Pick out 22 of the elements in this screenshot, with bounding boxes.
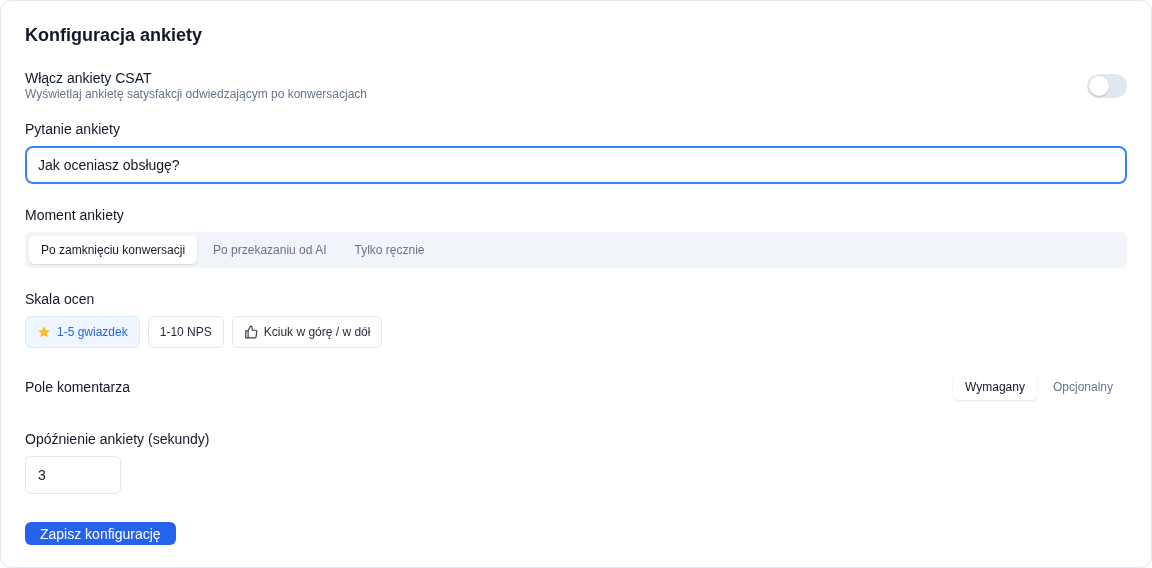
timing-option[interactable]: Po przekazaniu od AI	[201, 236, 339, 264]
delay-field[interactable]: 3	[25, 456, 121, 494]
scale-option[interactable]: 1-5 gwiazdek	[25, 316, 140, 348]
star-icon	[37, 325, 51, 339]
toggle-switch[interactable]	[1087, 73, 1127, 98]
scale-option[interactable]: 1-10 NPS	[147, 316, 224, 348]
field-label: Moment ankiety	[25, 206, 125, 224]
toggle-description: Wyświetlaj ankietę satysfakcji odwiedzającym po konwersacjach	[25, 87, 368, 102]
thumbs-up-icon	[243, 325, 258, 339]
field-label: Opóźnienie ankiety (sekundy)	[25, 430, 211, 448]
timing-option[interactable]: Po zamknięciu konwersacji	[29, 236, 198, 264]
scale-option[interactable]: Kciuk w górę / w dół	[231, 316, 383, 348]
field-label: Skala ocen	[25, 290, 96, 308]
comment-option[interactable]: Opcjonalny	[1040, 374, 1125, 400]
field-label: Pytanie ankiety	[25, 120, 121, 138]
card-title: Konfiguracja ankiety	[25, 24, 204, 47]
comment-option[interactable]: Wymagany	[953, 374, 1037, 400]
timing-option[interactable]: Tylko ręcznie	[342, 236, 437, 264]
toggle-label: Włącz ankiety CSAT	[25, 69, 153, 87]
question-field[interactable]: Jak oceniasz obsługę?	[25, 146, 1127, 184]
save-button[interactable]: Zapisz konfigurację	[25, 522, 176, 545]
field-label: Pole komentarza	[25, 378, 131, 396]
